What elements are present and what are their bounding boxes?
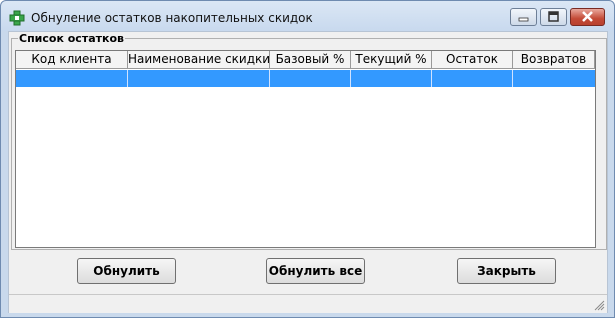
table-header: Код клиента Наименование скидки Базовый … — [16, 51, 595, 69]
column-header-returns[interactable]: Возвратов — [513, 51, 595, 69]
minimize-icon — [518, 17, 529, 22]
minimize-button[interactable] — [510, 8, 537, 26]
group-label: Список остатков — [18, 32, 125, 45]
pharmacy-cross-icon — [9, 10, 25, 26]
remainders-group: Список остатков Код клиента Наименование… — [11, 32, 607, 250]
column-header-discount-name[interactable]: Наименование скидки — [128, 51, 270, 69]
app-window: Обнуление остатков накопительных скидок … — [0, 0, 615, 318]
table-cell[interactable] — [128, 70, 270, 87]
status-bar — [9, 294, 607, 313]
title-bar[interactable]: Обнуление остатков накопительных скидок — [1, 1, 614, 31]
remainders-table[interactable]: Код клиента Наименование скидки Базовый … — [15, 50, 596, 248]
table-cell[interactable] — [16, 70, 128, 87]
window-title: Обнуление остатков накопительных скидок — [31, 11, 313, 25]
table-cell[interactable] — [513, 70, 595, 87]
column-header-base-percent[interactable]: Базовый % — [270, 51, 351, 69]
column-header-current-percent[interactable]: Текущий % — [351, 51, 432, 69]
table-cell[interactable] — [270, 70, 351, 87]
reset-button[interactable]: Обнулить — [77, 258, 176, 284]
close-button[interactable] — [570, 8, 605, 26]
close-dialog-button[interactable]: Закрыть — [457, 258, 556, 284]
column-header-client-code[interactable]: Код клиента — [16, 51, 128, 69]
maximize-icon — [548, 11, 559, 22]
table-row[interactable] — [16, 70, 595, 87]
resize-grip-icon[interactable] — [593, 299, 605, 311]
table-cell[interactable] — [432, 70, 513, 87]
client-area: Список остатков Код клиента Наименование… — [8, 31, 608, 313]
close-icon — [582, 11, 593, 22]
reset-all-button[interactable]: Обнулить все — [266, 258, 365, 284]
maximize-button[interactable] — [540, 8, 567, 26]
column-header-balance[interactable]: Остаток — [432, 51, 513, 69]
table-cell[interactable] — [351, 70, 432, 87]
